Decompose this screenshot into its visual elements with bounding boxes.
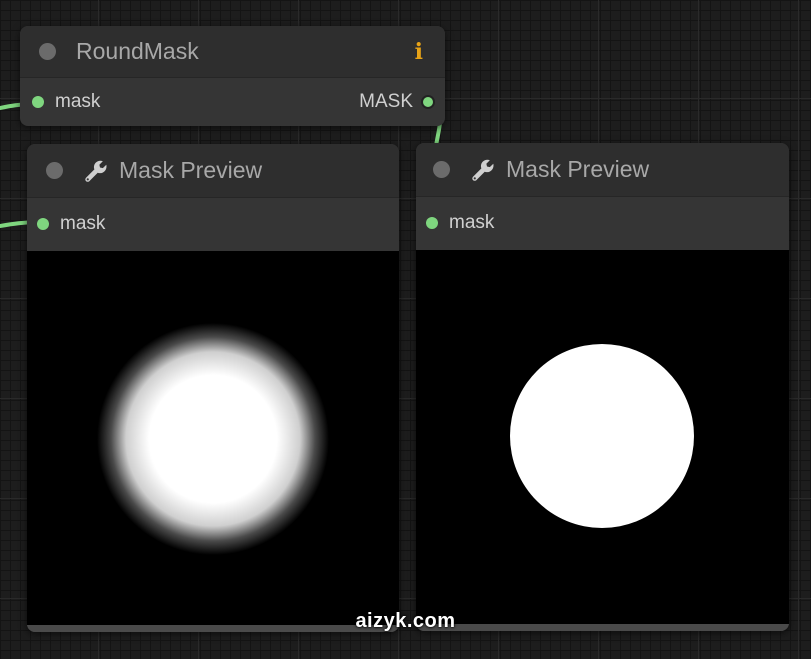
node-title: Mask Preview	[506, 156, 650, 182]
wrench-icon	[472, 159, 494, 181]
hard-circle-image	[416, 250, 789, 624]
mask-preview-node-right[interactable]: Mask Preview mask	[416, 143, 789, 631]
preview-node-title-bar[interactable]: Mask Preview	[416, 143, 789, 197]
node-title: Mask Preview	[119, 157, 263, 183]
node-graph-canvas[interactable]: RoundMask i mask MASK Mask Preview mask	[0, 0, 811, 659]
node-title: RoundMask	[76, 38, 199, 64]
mask-preview-image-hard	[416, 250, 789, 624]
input-slot-dot[interactable]	[426, 217, 438, 229]
input-slot-label: mask	[55, 91, 101, 112]
input-slot-label: mask	[449, 212, 495, 233]
node-collapse-dot[interactable]	[46, 162, 63, 179]
output-slot[interactable]: MASK	[359, 91, 435, 113]
input-slot-label: mask	[60, 213, 106, 234]
mask-preview-node-left[interactable]: Mask Preview mask	[27, 144, 399, 632]
watermark-text: aizyk.com	[355, 610, 456, 632]
roundmask-node[interactable]: RoundMask i mask MASK	[20, 26, 445, 126]
soft-circle-image	[27, 251, 399, 625]
info-icon[interactable]: i	[415, 39, 423, 65]
input-slot-dot[interactable]	[32, 96, 44, 108]
preview-slot-row: mask	[27, 198, 399, 250]
roundmask-node-title-bar[interactable]: RoundMask i	[20, 26, 445, 78]
input-slot-dot[interactable]	[37, 218, 49, 230]
wrench-icon	[85, 160, 107, 182]
mask-preview-image-soft	[27, 251, 399, 625]
preview-slot-row: mask	[416, 197, 789, 249]
preview-node-title-bar[interactable]: Mask Preview	[27, 144, 399, 198]
roundmask-slot-row: mask MASK	[20, 78, 445, 126]
output-slot-dot[interactable]	[421, 95, 435, 109]
output-slot-label: MASK	[359, 91, 413, 112]
node-collapse-dot[interactable]	[433, 161, 450, 178]
node-collapse-dot[interactable]	[39, 43, 56, 60]
